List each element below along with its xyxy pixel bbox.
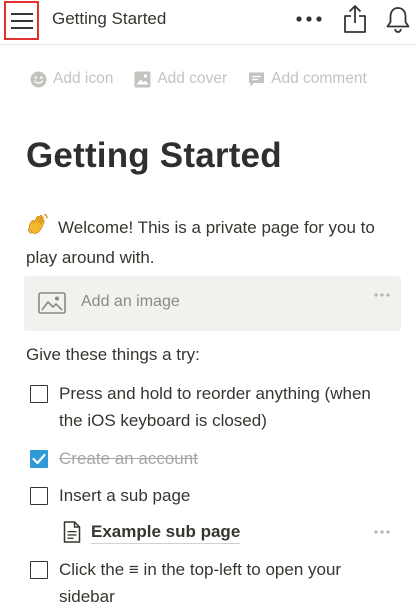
sub-page-label: Example sub page: [91, 521, 241, 544]
add-image-label: Add an image: [81, 293, 180, 310]
waving-hand-icon: [26, 212, 52, 244]
document-icon: [63, 521, 81, 543]
todo-text[interactable]: Click the ≡ in the top-left to open your…: [59, 556, 399, 610]
todo-item: Press and hold to reorder anything (when…: [30, 380, 410, 436]
add-cover-button[interactable]: Add cover: [133, 70, 227, 88]
todo-checkbox[interactable]: [30, 561, 48, 579]
sub-page-link[interactable]: Example sub page: [63, 519, 241, 545]
checkmark-icon: [32, 453, 46, 465]
page-title[interactable]: Getting Started: [26, 136, 282, 176]
todo-text[interactable]: Insert a sub page: [59, 482, 399, 509]
todo-checkbox[interactable]: [30, 385, 48, 403]
topbar-divider: [0, 44, 416, 45]
share-icon: [344, 5, 366, 33]
image-placeholder-icon: [38, 292, 66, 314]
top-bar: Getting Started: [0, 0, 416, 42]
more-options-button[interactable]: [294, 8, 324, 30]
more-horizontal-icon: [296, 16, 322, 22]
page: Getting Started Add icon Add cover Add c…: [0, 0, 416, 611]
more-horizontal-icon: [374, 293, 390, 297]
welcome-paragraph[interactable]: Welcome! This is a private page for you …: [26, 212, 406, 271]
bell-icon: [386, 7, 410, 33]
add-cover-label: Add cover: [157, 70, 228, 87]
todo-text[interactable]: Create an account: [59, 445, 399, 472]
sub-page-more-button[interactable]: [372, 527, 392, 537]
sidebar-menu-button[interactable]: [4, 1, 39, 40]
todo-checkbox-checked[interactable]: [30, 450, 48, 468]
todo-item: Insert a sub page: [30, 482, 410, 509]
todo-item: Create an account: [30, 445, 410, 472]
page-actions: Add icon Add cover Add comment: [29, 69, 367, 89]
todo-checkbox[interactable]: [30, 487, 48, 505]
welcome-text: Welcome! This is a private page for you …: [26, 218, 375, 267]
share-button[interactable]: [341, 3, 369, 35]
hamburger-menu-icon: [10, 12, 33, 29]
todo-text[interactable]: Press and hold to reorder anything (when…: [59, 380, 399, 434]
image-icon: [133, 70, 151, 88]
comment-icon: [247, 70, 265, 88]
add-comment-label: Add comment: [271, 70, 367, 87]
todo-item: Click the ≡ in the top-left to open your…: [30, 556, 410, 610]
add-icon-label: Add icon: [53, 70, 114, 87]
notifications-button[interactable]: [383, 4, 413, 34]
add-icon-button[interactable]: Add icon: [29, 70, 113, 88]
add-comment-button[interactable]: Add comment: [247, 70, 367, 88]
more-horizontal-icon: [374, 530, 390, 534]
image-block-more-button[interactable]: [372, 290, 392, 300]
try-heading[interactable]: Give these things a try:: [26, 345, 200, 365]
add-image-block[interactable]: Add an image: [24, 276, 401, 331]
topbar-page-title[interactable]: Getting Started: [52, 9, 166, 29]
smiley-icon: [29, 70, 47, 88]
